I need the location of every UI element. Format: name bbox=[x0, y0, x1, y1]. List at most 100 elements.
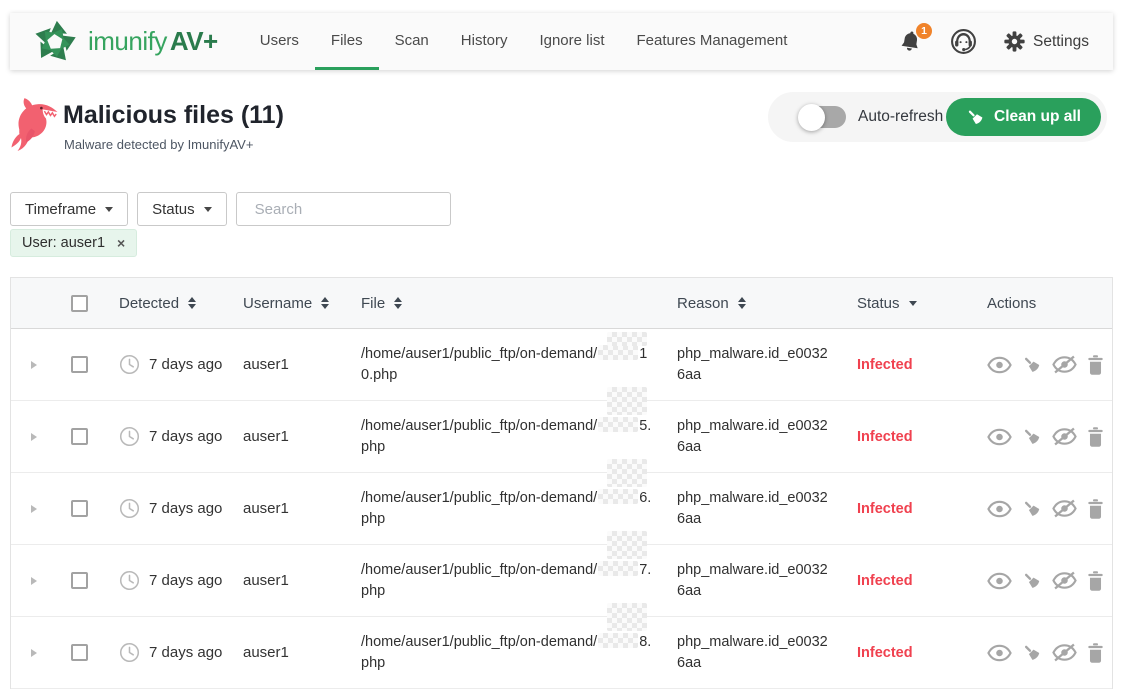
column-header-actions: Actions bbox=[987, 295, 1112, 312]
clean-file-button[interactable] bbox=[1022, 499, 1042, 519]
nav-item-history[interactable]: History bbox=[445, 13, 524, 70]
expand-row-caret-icon[interactable] bbox=[31, 577, 37, 585]
status-badge: Infected bbox=[857, 501, 987, 517]
detected-value: 7 days ago bbox=[149, 356, 222, 373]
row-checkbox[interactable] bbox=[71, 428, 88, 445]
ignore-file-button[interactable] bbox=[1052, 355, 1077, 374]
reason-line1: php_malware.id_e0032 bbox=[677, 632, 857, 653]
expand-row-caret-icon[interactable] bbox=[31, 433, 37, 441]
column-header-reason[interactable]: Reason bbox=[677, 295, 857, 312]
brand-logo[interactable]: imunifyAV+ bbox=[10, 13, 218, 70]
nav-item-users[interactable]: Users bbox=[244, 13, 315, 70]
nav-item-files[interactable]: Files bbox=[315, 13, 379, 70]
eye-slash-icon bbox=[1052, 499, 1077, 518]
auto-refresh-toggle[interactable] bbox=[800, 106, 846, 128]
sort-icon[interactable] bbox=[188, 297, 196, 310]
trash-icon bbox=[1087, 642, 1104, 664]
redacted-filename-blur bbox=[598, 417, 638, 432]
table-row: 7 days ago auser1 /home/auser1/public_ft… bbox=[11, 473, 1112, 545]
column-header-detected[interactable]: Detected bbox=[101, 295, 243, 312]
view-file-button[interactable] bbox=[987, 644, 1012, 662]
file-path-prefix: /home/auser1/public_ftp/on-demand/ bbox=[361, 418, 597, 434]
settings-button[interactable]: Settings bbox=[1004, 31, 1089, 52]
nav-item-scan[interactable]: Scan bbox=[379, 13, 445, 70]
support-button[interactable] bbox=[950, 28, 977, 55]
clean-file-button[interactable] bbox=[1022, 643, 1042, 663]
filters-bar: Timeframe Status bbox=[10, 192, 451, 226]
ignore-file-button[interactable] bbox=[1052, 499, 1077, 518]
row-checkbox[interactable] bbox=[71, 572, 88, 589]
detected-value: 7 days ago bbox=[149, 428, 222, 445]
timeframe-label: Timeframe bbox=[25, 201, 96, 218]
remove-filter-icon[interactable]: × bbox=[117, 236, 125, 250]
row-checkbox[interactable] bbox=[71, 500, 88, 517]
main-nav: Users Files Scan History Ignore list Fea… bbox=[244, 13, 804, 70]
file-cell: /home/auser1/public_ftp/on-demand/7. php bbox=[361, 560, 677, 602]
file-cell: /home/auser1/public_ftp/on-demand/1 0.ph… bbox=[361, 344, 677, 386]
delete-file-button[interactable] bbox=[1087, 354, 1104, 376]
sort-icon[interactable] bbox=[738, 297, 746, 310]
redaction-blur bbox=[607, 459, 647, 487]
view-file-button[interactable] bbox=[987, 356, 1012, 374]
view-file-button[interactable] bbox=[987, 500, 1012, 518]
row-checkbox[interactable] bbox=[71, 644, 88, 661]
nav-item-features-management[interactable]: Features Management bbox=[621, 13, 804, 70]
file-cell: /home/auser1/public_ftp/on-demand/5. php bbox=[361, 416, 677, 458]
delete-file-button[interactable] bbox=[1087, 570, 1104, 592]
nav-item-ignore-list[interactable]: Ignore list bbox=[523, 13, 620, 70]
expand-row-caret-icon[interactable] bbox=[31, 361, 37, 369]
ignore-file-button[interactable] bbox=[1052, 571, 1077, 590]
timeframe-dropdown[interactable]: Timeframe bbox=[10, 192, 128, 226]
search-box bbox=[236, 192, 451, 226]
reason-cell: php_malware.id_e0032 6aa bbox=[677, 632, 857, 674]
column-label: Detected bbox=[119, 295, 179, 312]
redacted-filename-blur bbox=[598, 633, 638, 648]
select-all-checkbox[interactable] bbox=[71, 295, 88, 312]
column-header-status[interactable]: Status bbox=[857, 295, 987, 312]
sort-icon[interactable] bbox=[394, 297, 402, 310]
redaction-blur bbox=[607, 332, 647, 346]
reason-line1: php_malware.id_e0032 bbox=[677, 416, 857, 437]
eye-slash-icon bbox=[1052, 355, 1077, 374]
broom-icon bbox=[1022, 427, 1042, 447]
row-checkbox[interactable] bbox=[71, 356, 88, 373]
page-title: Malicious files (11) bbox=[63, 101, 284, 130]
detected-value: 7 days ago bbox=[149, 644, 222, 661]
column-label: Status bbox=[857, 295, 900, 312]
clean-file-button[interactable] bbox=[1022, 355, 1042, 375]
column-header-file[interactable]: File bbox=[361, 295, 677, 312]
column-header-username[interactable]: Username bbox=[243, 295, 361, 312]
reason-line2: 6aa bbox=[677, 581, 857, 602]
ignore-file-button[interactable] bbox=[1052, 427, 1077, 446]
file-path-line2: php bbox=[361, 509, 665, 530]
detected-cell: 7 days ago bbox=[101, 498, 243, 519]
status-dropdown[interactable]: Status bbox=[137, 192, 227, 226]
clean-file-button[interactable] bbox=[1022, 571, 1042, 591]
clean-file-button[interactable] bbox=[1022, 427, 1042, 447]
column-label: File bbox=[361, 295, 385, 312]
username-cell: auser1 bbox=[243, 644, 361, 661]
broom-icon bbox=[966, 108, 985, 127]
clock-icon bbox=[119, 570, 140, 591]
view-file-button[interactable] bbox=[987, 572, 1012, 590]
notifications-button[interactable]: 1 bbox=[899, 29, 923, 55]
brand-text: imunifyAV+ bbox=[88, 26, 218, 57]
file-path-tail: 8. bbox=[639, 634, 651, 650]
expand-row-caret-icon[interactable] bbox=[31, 505, 37, 513]
eye-icon bbox=[987, 356, 1012, 374]
sort-icon[interactable] bbox=[321, 297, 329, 310]
detected-cell: 7 days ago bbox=[101, 642, 243, 663]
delete-file-button[interactable] bbox=[1087, 642, 1104, 664]
filter-tag-label: User: auser1 bbox=[22, 235, 105, 251]
delete-file-button[interactable] bbox=[1087, 498, 1104, 520]
clean-up-all-button[interactable]: Clean up all bbox=[946, 98, 1101, 136]
ignore-file-button[interactable] bbox=[1052, 643, 1077, 662]
top-navbar: imunifyAV+ Users Files Scan History Igno… bbox=[10, 13, 1113, 70]
view-file-button[interactable] bbox=[987, 428, 1012, 446]
delete-file-button[interactable] bbox=[1087, 426, 1104, 448]
expand-row-caret-icon[interactable] bbox=[31, 649, 37, 657]
search-input[interactable] bbox=[255, 201, 454, 218]
trash-icon bbox=[1087, 354, 1104, 376]
status-filter-label: Status bbox=[152, 201, 195, 218]
filter-dropdown-icon[interactable] bbox=[909, 301, 917, 306]
